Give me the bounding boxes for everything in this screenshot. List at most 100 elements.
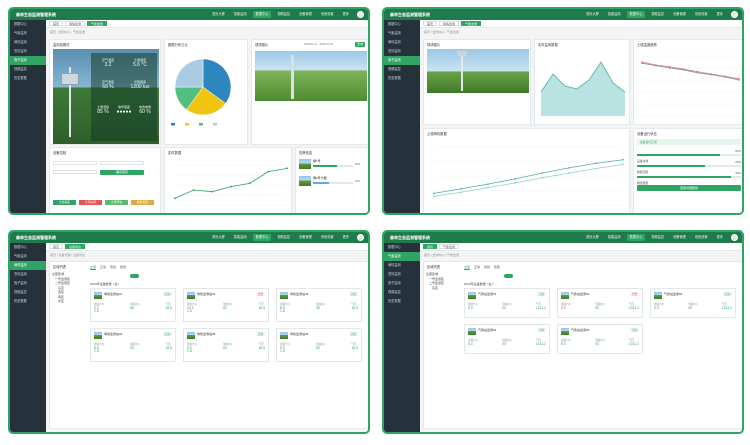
sidebar-item-video[interactable]: 视频监控 xyxy=(384,288,420,297)
nav-item-video[interactable]: 视频监控 xyxy=(648,11,667,18)
toggle-switch[interactable] xyxy=(504,274,513,278)
action-button-close[interactable]: 全部关闭 xyxy=(79,200,102,205)
sidebar-item-history[interactable]: 历史数据 xyxy=(384,297,420,306)
action-button-reset[interactable]: 恢复设置 xyxy=(131,200,154,205)
tab-soil[interactable]: 墒情监测 xyxy=(65,21,86,26)
alert-item-2[interactable]: 棚2号大棚 40% xyxy=(299,175,367,189)
sensor-card[interactable]: 气象站监测03 正常 温度(°C) 5.0 湿度(%) 00 气压 1011.2 xyxy=(650,288,736,318)
avatar[interactable] xyxy=(357,11,364,18)
filter-all[interactable]: 全部 xyxy=(90,265,97,270)
sidebar-item-spore[interactable]: 孢子监测 xyxy=(10,56,46,65)
tab-home[interactable]: 首页 xyxy=(49,244,64,249)
sidebar-item-video[interactable]: 视频监控 xyxy=(384,65,420,74)
tab-home[interactable]: 首页 xyxy=(423,21,438,26)
query-button[interactable]: 查询 xyxy=(355,42,365,47)
control-save-button[interactable]: 确定保存 xyxy=(100,170,144,175)
sidebar-item-weather[interactable]: 气象监测 xyxy=(10,252,46,261)
sensor-card[interactable]: 气象站监测04 正常 温度(°C) 5.0 湿度(%) 00 气压 1011.2 xyxy=(464,324,550,354)
tab-weather[interactable]: 气象监测 xyxy=(461,21,482,26)
control-input-1[interactable] xyxy=(53,161,97,165)
tree-item[interactable]: 东区 xyxy=(426,286,462,291)
sensor-card[interactable]: 气象站监测05 正常 温度(°C) 5.0 湿度(%) 00 气压 1011.2 xyxy=(557,324,643,354)
nav-item-settings[interactable]: 系统设置 xyxy=(692,234,711,241)
sidebar-item-pest[interactable]: 虫情监测 xyxy=(384,47,420,56)
action-button-open[interactable]: 全部开启 xyxy=(105,200,128,205)
sidebar-item-soil[interactable]: 墒情监测 xyxy=(10,261,46,270)
nav-item-monitor[interactable]: 智能监测 xyxy=(605,234,624,241)
nav-item-device[interactable]: 设备管理 xyxy=(670,11,689,18)
nav-item-settings[interactable]: 系统设置 xyxy=(318,234,337,241)
nav-item-more[interactable]: 更多 xyxy=(714,234,726,241)
tab-home[interactable]: 首页 xyxy=(423,244,438,249)
sidebar-item-pest[interactable]: 虫情监测 xyxy=(384,270,420,279)
sidebar-item-weather[interactable]: 气象监测 xyxy=(384,252,420,261)
sidebar-item-spore[interactable]: 孢子监测 xyxy=(384,56,420,65)
sidebar-item-pest[interactable]: 虫情监测 xyxy=(10,47,46,56)
filter-alarm[interactable]: 告警 xyxy=(494,265,500,270)
sidebar-item-weather[interactable]: 气象监测 xyxy=(10,29,46,38)
avatar[interactable] xyxy=(731,11,738,18)
avatar[interactable] xyxy=(731,234,738,241)
sidebar-item-data[interactable]: 数据中心 xyxy=(10,243,46,252)
nav-item-home[interactable]: 首页大屏 xyxy=(583,11,602,18)
filter-all[interactable]: 全部 xyxy=(464,265,471,270)
sidebar-item-spore[interactable]: 孢子监测 xyxy=(384,279,420,288)
sensor-card[interactable]: 墒情监测站06 正常 温度(°C) 5.0 湿度(%) 60 气压 16.5 1.8 xyxy=(276,328,362,362)
filter-offline[interactable]: 离线 xyxy=(110,265,116,270)
sidebar-item-history[interactable]: 历史数据 xyxy=(10,74,46,83)
nav-item-home[interactable]: 首页大屏 xyxy=(209,234,228,241)
tree-item[interactable]: 北区 xyxy=(52,299,88,304)
sensor-card[interactable]: 墒情监测站04 正常 温度(°C) 8.6 湿度(%) 35 气压 16.5 1.8 xyxy=(90,328,176,362)
nav-item-home[interactable]: 首页大屏 xyxy=(583,234,602,241)
sidebar-item-soil[interactable]: 墒情监测 xyxy=(10,38,46,47)
sidebar-item-video[interactable]: 视频监控 xyxy=(10,65,46,74)
nav-item-data[interactable]: 数据中心 xyxy=(252,11,272,18)
alert-item-1[interactable]: 棚1号 60% xyxy=(299,158,367,172)
nav-item-settings[interactable]: 系统设置 xyxy=(692,11,711,18)
sensor-card[interactable]: 气象站监测01 正常 温度(°C) 5.0 湿度(%) 00 气压 1011.2 xyxy=(464,288,550,318)
sidebar-item-soil[interactable]: 墒情监测 xyxy=(384,261,420,270)
sensor-card[interactable]: 墒情监测站05 正常 温度(°C) 5.0 湿度(%) 60 气压 16.5 1.8 xyxy=(183,328,269,362)
sidebar-item-video[interactable]: 视频监控 xyxy=(10,288,46,297)
sensor-card[interactable]: 墒情监测站01 正常 温度(°C) 3.2 湿度(%) 68 气压 16.5 1.8 xyxy=(90,288,176,322)
tab-device-list[interactable]: 设备列表 xyxy=(65,244,86,249)
status-report-button[interactable]: 查看详细报告 xyxy=(637,185,741,191)
nav-item-device[interactable]: 设备管理 xyxy=(670,234,689,241)
nav-item-video[interactable]: 视频监控 xyxy=(274,11,293,18)
nav-item-monitor[interactable]: 智能监测 xyxy=(605,11,624,18)
filter-offline[interactable]: 离线 xyxy=(484,265,490,270)
filter-normal[interactable]: 正常 xyxy=(474,265,480,270)
sidebar-item-data[interactable]: 数据中心 xyxy=(10,20,46,29)
nav-item-video[interactable]: 视频监控 xyxy=(274,234,293,241)
sidebar-item-soil[interactable]: 墒情监测 xyxy=(384,38,420,47)
control-input-3[interactable] xyxy=(53,170,97,174)
tab-weather[interactable]: 气象监测 xyxy=(439,244,460,249)
tab-weather[interactable]: 气象监测 xyxy=(87,21,108,26)
nav-item-device[interactable]: 设备管理 xyxy=(296,234,315,241)
nav-item-monitor[interactable]: 智能监测 xyxy=(231,234,250,241)
toggle-switch[interactable] xyxy=(130,274,139,278)
sidebar-item-spore[interactable]: 孢子监测 xyxy=(10,279,46,288)
photo-date-range[interactable]: 2023-02-21 · 2023-02-28 xyxy=(304,43,333,46)
sidebar-item-weather[interactable]: 气象监测 xyxy=(384,29,420,38)
nav-item-settings[interactable]: 系统设置 xyxy=(318,11,337,18)
nav-item-more[interactable]: 更多 xyxy=(714,11,726,18)
nav-item-data[interactable]: 数据中心 xyxy=(626,11,646,18)
sidebar-item-history[interactable]: 历史数据 xyxy=(384,74,420,83)
nav-item-more[interactable]: 更多 xyxy=(340,234,352,241)
tab-home[interactable]: 首页 xyxy=(49,21,64,26)
action-button-collect[interactable]: 全部采集 xyxy=(53,200,76,205)
sensor-card[interactable]: 墒情监测站02 告警 温度(°C) 16.3 湿度(%) 82 气压 16.5 1.8 xyxy=(183,288,269,322)
sidebar-item-data[interactable]: 数据中心 xyxy=(384,20,420,29)
avatar[interactable] xyxy=(357,234,364,241)
sidebar-item-history[interactable]: 历史数据 xyxy=(10,297,46,306)
nav-item-video[interactable]: 视频监控 xyxy=(648,234,667,241)
nav-item-more[interactable]: 更多 xyxy=(340,11,352,18)
nav-item-device[interactable]: 设备管理 xyxy=(296,11,315,18)
nav-item-data[interactable]: 数据中心 xyxy=(626,234,646,241)
nav-item-data[interactable]: 数据中心 xyxy=(252,234,272,241)
sensor-card[interactable]: 墒情监测站03 正常 温度(°C) 8.6 湿度(%) 35 气压 16.5 1.8 xyxy=(276,288,362,322)
nav-item-home[interactable]: 首页大屏 xyxy=(209,11,228,18)
sidebar-item-pest[interactable]: 虫情监测 xyxy=(10,270,46,279)
nav-item-monitor[interactable]: 智能监测 xyxy=(231,11,250,18)
